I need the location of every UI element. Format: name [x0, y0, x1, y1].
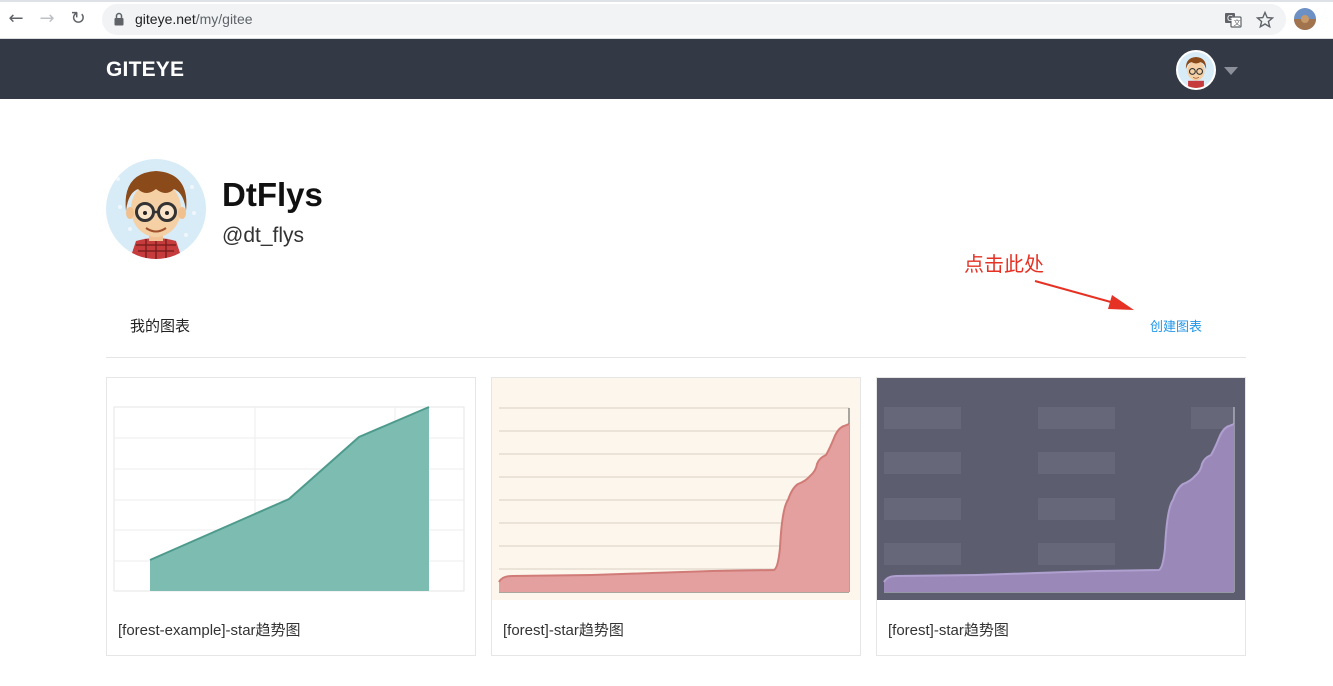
- chart-card[interactable]: [forest]-star趋势图: [876, 377, 1246, 656]
- profile-handle: @dt_flys: [222, 224, 305, 247]
- chart-thumbnail: [877, 378, 1245, 600]
- user-avatar-menu[interactable]: [1176, 50, 1216, 90]
- browser-toolbar: ← → ↻ giteye.net/my/gitee G 文: [0, 0, 1333, 39]
- tab-strip-edge: [0, 0, 1333, 2]
- url-text: giteye.net/my/gitee: [135, 11, 253, 27]
- chart-card[interactable]: [forest]-star趋势图: [491, 377, 861, 656]
- chart-caption[interactable]: [forest-example]-star趋势图: [118, 619, 301, 640]
- chevron-down-icon[interactable]: [1224, 67, 1238, 75]
- avatar-icon: [1178, 52, 1214, 88]
- site-header: GITEYE: [0, 39, 1333, 99]
- url-path: /my/gitee: [195, 11, 253, 27]
- lock-icon: [114, 12, 124, 26]
- create-chart-link[interactable]: 创建图表: [1150, 316, 1202, 335]
- chart-caption[interactable]: [forest]-star趋势图: [503, 619, 624, 640]
- annotation-arrow-icon: [1034, 280, 1134, 310]
- translate-icon[interactable]: G 文: [1224, 11, 1242, 29]
- forward-icon[interactable]: →: [37, 9, 57, 29]
- bookmark-star-icon[interactable]: [1256, 11, 1274, 29]
- site-logo[interactable]: GITEYE: [106, 58, 184, 82]
- address-bar[interactable]: giteye.net/my/gitee G 文: [102, 4, 1286, 35]
- profile-avatar: [106, 159, 206, 259]
- back-icon[interactable]: ←: [6, 9, 26, 29]
- annotation-label: 点击此处: [964, 252, 1044, 276]
- reload-icon[interactable]: ↻: [68, 9, 88, 29]
- chart-card[interactable]: [forest-example]-star趋势图: [106, 377, 476, 656]
- svg-text:G: G: [1227, 14, 1233, 23]
- chart-thumbnail: [107, 378, 475, 600]
- chart-caption[interactable]: [forest]-star趋势图: [888, 619, 1009, 640]
- url-host: giteye.net: [135, 11, 196, 27]
- profile-name: DtFlys: [222, 176, 323, 213]
- browser-profile-avatar[interactable]: [1294, 8, 1316, 30]
- tab-my-charts[interactable]: 我的图表: [130, 315, 190, 336]
- chart-thumbnail: [492, 378, 860, 600]
- tab-divider: [106, 357, 1246, 358]
- svg-text:文: 文: [1234, 18, 1241, 27]
- avatar-icon: [106, 159, 206, 259]
